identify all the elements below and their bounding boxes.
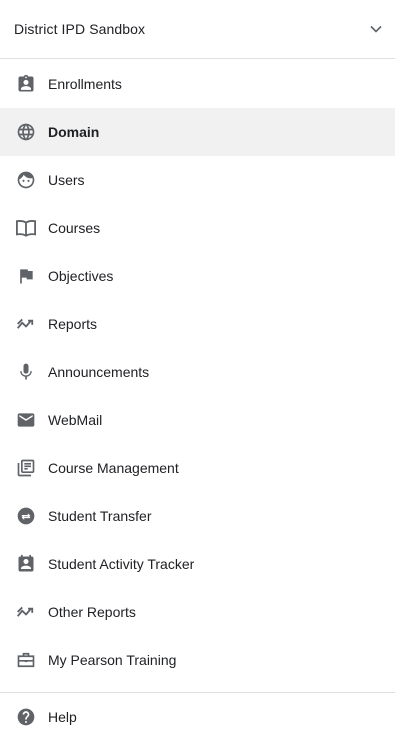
sidebar-item-objectives[interactable]: Objectives [0, 252, 395, 300]
sidebar-item-my-pearson-training[interactable]: My Pearson Training [0, 636, 395, 684]
mail-icon [14, 408, 38, 432]
library-books-icon [14, 456, 38, 480]
sidebar-item-label: Enrollments [48, 76, 122, 92]
sidebar-item-label: Student Activity Tracker [48, 556, 195, 572]
sidebar-item-label: Student Transfer [48, 508, 152, 524]
sidebar-item-course-management[interactable]: Course Management [0, 444, 395, 492]
help-circle-icon [14, 705, 38, 729]
sidebar-item-help[interactable]: Help [0, 693, 395, 741]
sidebar-item-label: Objectives [48, 268, 114, 284]
sidebar-item-student-transfer[interactable]: Student Transfer [0, 492, 395, 540]
account-selector-title: District IPD Sandbox [14, 21, 146, 37]
sidebar-item-label: Help [48, 709, 77, 725]
globe-icon [14, 120, 38, 144]
trending-icon [14, 600, 38, 624]
sidebar-item-student-activity-tracker[interactable]: Student Activity Tracker [0, 540, 395, 588]
open-book-icon [14, 216, 38, 240]
sidebar-item-label: Announcements [48, 364, 150, 380]
sidebar-footer: Help [0, 693, 395, 741]
sidebar-item-courses[interactable]: Courses [0, 204, 395, 252]
sidebar-item-other-reports[interactable]: Other Reports [0, 588, 395, 636]
sidebar-item-announcements[interactable]: Announcements [0, 348, 395, 396]
microphone-icon [14, 360, 38, 384]
sidebar-item-domain[interactable]: Domain [0, 108, 395, 156]
chevron-down-icon[interactable] [369, 22, 383, 36]
sidebar-item-label: Domain [48, 124, 100, 140]
sidebar-item-label: Course Management [48, 460, 179, 476]
sidebar-nav: Enrollments Domain Users Courses Objecti… [0, 60, 395, 684]
sidebar-item-label: WebMail [48, 412, 103, 428]
flag-icon [14, 264, 38, 288]
sidebar-item-users[interactable]: Users [0, 156, 395, 204]
sidebar-item-label: Other Reports [48, 604, 136, 620]
sidebar-item-reports[interactable]: Reports [0, 300, 395, 348]
sidebar-item-label: Users [48, 172, 85, 188]
sidebar-item-webmail[interactable]: WebMail [0, 396, 395, 444]
sidebar-item-label: My Pearson Training [48, 652, 177, 668]
enrollment-badge-icon [14, 72, 38, 96]
transfer-icon [14, 504, 38, 528]
briefcase-icon [14, 648, 38, 672]
account-selector[interactable]: District IPD Sandbox [0, 0, 395, 59]
sidebar-item-label: Reports [48, 316, 98, 332]
face-icon [14, 168, 38, 192]
sidebar-item-enrollments[interactable]: Enrollments [0, 60, 395, 108]
calendar-person-icon [14, 552, 38, 576]
trending-icon [14, 312, 38, 336]
sidebar-item-label: Courses [48, 220, 101, 236]
